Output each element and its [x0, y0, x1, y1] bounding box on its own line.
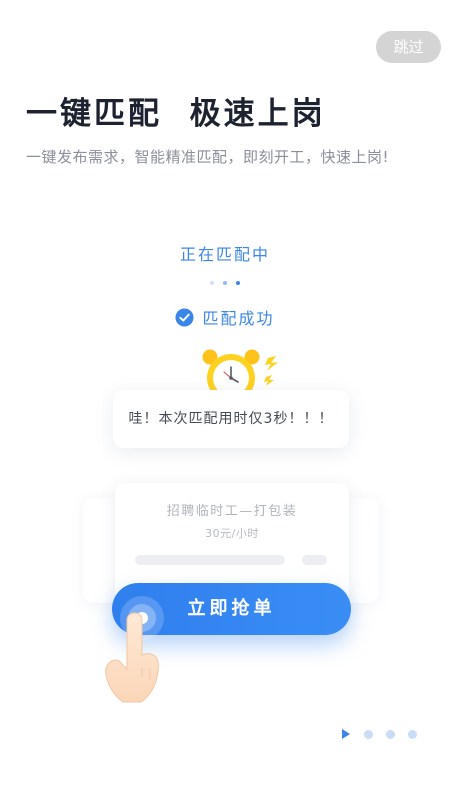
page-subtitle: 一键发布需求，智能精准匹配，即刻开工，快速上岗!: [26, 148, 390, 166]
loading-dots: [0, 280, 450, 285]
placeholder-bar: [302, 555, 327, 565]
page-dot[interactable]: [386, 729, 395, 739]
page-dot[interactable]: [408, 729, 417, 739]
job-pay: 30元/小时: [205, 527, 259, 540]
match-success-text: 匹配成功: [202, 309, 275, 328]
check-circle-icon: [175, 307, 195, 327]
loading-dot: [223, 281, 227, 285]
skip-button[interactable]: 跳过: [376, 31, 441, 63]
page-indicator: [341, 728, 417, 740]
placeholder-bar: [135, 555, 285, 565]
page-title: 一键匹配 极速上岗: [26, 96, 326, 132]
page-dot[interactable]: [364, 729, 373, 739]
lightning-icon: [264, 356, 278, 386]
matching-status-text: 正在匹配中: [179, 245, 270, 264]
match-success-row: 匹配成功: [0, 305, 450, 329]
hand-pointer-icon: [105, 612, 159, 703]
loading-dot: [209, 281, 214, 285]
loading-dot: [236, 281, 241, 285]
match-time-bubble: 哇！本次匹配用时仅3秒！！！: [113, 390, 349, 448]
play-icon: [342, 729, 350, 739]
job-title: 招聘临时工—打包装: [166, 504, 298, 519]
